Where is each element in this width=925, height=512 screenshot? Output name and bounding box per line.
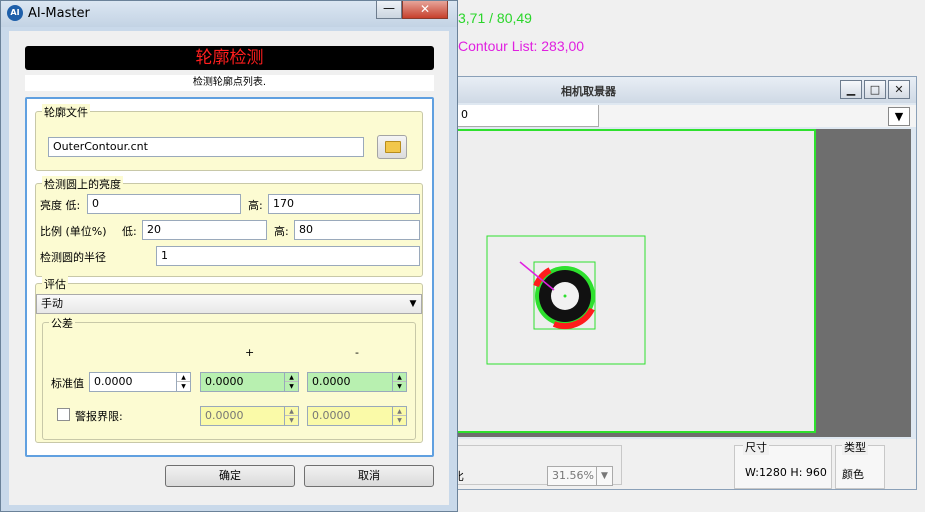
plus-label: + <box>245 346 255 359</box>
type-value: 颜色 <box>842 468 864 481</box>
standard-value-label: 标准值 <box>51 377 84 390</box>
zoom-value: 31.56% <box>552 469 594 482</box>
zoom-select[interactable]: 31.56% ▼ <box>547 466 613 486</box>
minus-tolerance-value: 0.0000 <box>312 375 351 388</box>
camera-window-title: 相机取景器 <box>561 85 616 98</box>
evaluation-group: 评估 手动 ▼ 公差 + - 标准值 0.0000 ▲ ▼ 0.0000 ▲ ▼… <box>35 276 423 443</box>
evaluation-mode-select[interactable]: 手动 ▼ <box>36 294 422 314</box>
warn-minus-stepper[interactable]: 0.0000 ▲ ▼ <box>307 406 407 426</box>
dialog-title: AI-Master <box>28 6 90 21</box>
radius-input[interactable]: 1 <box>156 246 420 266</box>
brightness-high-label: 高: <box>248 199 263 212</box>
minimize-icon[interactable]: — <box>376 1 402 19</box>
stepper-arrows[interactable]: ▲ ▼ <box>392 407 406 425</box>
arrow-up-icon[interactable]: ▲ <box>177 373 190 382</box>
warn-limit-label: 警报界限: <box>75 410 123 423</box>
arrow-up-icon[interactable]: ▲ <box>285 373 298 382</box>
contour-file-group: 轮廓文件 OuterContour.cnt <box>35 104 423 171</box>
ratio-high-label: 高: <box>274 225 289 238</box>
arrow-up-icon[interactable]: ▲ <box>285 407 298 416</box>
ratio-label: 比例 (单位%) <box>40 225 107 238</box>
camera-tabbar: 0 ▼ <box>456 105 916 127</box>
minimize-icon[interactable]: ▁ <box>840 80 862 99</box>
evaluation-mode-value: 手动 <box>41 297 63 310</box>
plus-tolerance-value: 0.0000 <box>205 375 244 388</box>
brightness-title: 检测圆上的亮度 <box>42 176 123 192</box>
brightness-low-input[interactable]: 0 <box>87 194 241 214</box>
tolerance-title: 公差 <box>49 315 75 331</box>
stepper-arrows[interactable]: ▲ ▼ <box>284 373 298 391</box>
warn-plus-stepper[interactable]: 0.0000 ▲ ▼ <box>200 406 299 426</box>
arrow-down-icon[interactable]: ▼ <box>393 416 406 425</box>
minus-label: - <box>355 346 359 359</box>
camera-viewfinder-window: 相机取景器 ▁ □ ✕ 0 ▼ 比 31.56% ▼ 尺寸 W:1280 H: … <box>452 76 917 490</box>
dialog-body: 轮廓检测 检测轮廓点列表. 轮廓文件 OuterContour.cnt 检测圆上… <box>9 31 449 505</box>
arrow-up-icon[interactable]: ▲ <box>393 373 406 382</box>
dialog-titlebar[interactable]: AI AI-Master — ✕ <box>1 1 457 27</box>
maximize-icon[interactable]: □ <box>864 80 886 99</box>
camera-viewport[interactable] <box>456 129 911 437</box>
contour-file-input[interactable]: OuterContour.cnt <box>48 137 364 157</box>
chevron-down-icon[interactable]: ▼ <box>596 467 612 485</box>
radius-label: 检测圆的半径 <box>40 251 106 264</box>
browse-button[interactable] <box>377 135 407 159</box>
camera-status-bar: 比 31.56% ▼ 尺寸 W:1280 H: 960 类型 颜色 <box>452 439 916 489</box>
brightness-high-input[interactable]: 170 <box>268 194 420 214</box>
camera-tab[interactable]: 0 <box>456 105 599 127</box>
camera-titlebar[interactable]: 相机取景器 ▁ □ ✕ <box>456 77 916 103</box>
zoom-group: 比 31.56% ▼ <box>452 445 622 486</box>
ratio-low-label: 低: <box>122 225 137 238</box>
contour-list-readout: Contour List: 283,00 <box>458 38 585 54</box>
arrow-down-icon[interactable]: ▼ <box>177 382 190 391</box>
brightness-low-label: 亮度 低: <box>40 199 81 212</box>
warn-limit-checkbox[interactable] <box>57 408 70 421</box>
ratio-high-input[interactable]: 80 <box>294 220 420 240</box>
camera-overlay <box>486 235 646 365</box>
warn-minus-value: 0.0000 <box>312 409 351 422</box>
stepper-arrows[interactable]: ▲ ▼ <box>392 373 406 391</box>
ratio-low-input[interactable]: 20 <box>142 220 267 240</box>
stepper-arrows[interactable]: ▲ ▼ <box>284 407 298 425</box>
minus-tolerance-stepper[interactable]: 0.0000 ▲ ▼ <box>307 372 407 392</box>
evaluation-title: 评估 <box>42 276 68 292</box>
close-icon[interactable]: ✕ <box>402 1 448 19</box>
settings-panel: 轮廓文件 OuterContour.cnt 检测圆上的亮度 亮度 低: 0 高:… <box>25 97 434 457</box>
arrow-down-icon[interactable]: ▼ <box>285 416 298 425</box>
tolerance-group: 公差 + - 标准值 0.0000 ▲ ▼ 0.0000 ▲ ▼ 0.0000 … <box>42 315 416 440</box>
app-logo-icon: AI <box>7 5 23 21</box>
contour-file-title: 轮廓文件 <box>42 104 90 120</box>
page-subtitle: 检测轮廓点列表. <box>25 75 434 91</box>
coordinate-readout: 3,71 / 80,49 <box>458 10 532 26</box>
standard-value-stepper[interactable]: 0.0000 ▲ ▼ <box>89 372 191 392</box>
cancel-button[interactable]: 取消 <box>304 465 434 487</box>
close-icon[interactable]: ✕ <box>888 80 910 99</box>
type-title: 类型 <box>842 439 868 455</box>
page-title: 轮廓检测 <box>25 46 434 70</box>
contour-detection-dialog: AI AI-Master — ✕ 轮廓检测 检测轮廓点列表. 轮廓文件 Oute… <box>0 0 458 512</box>
folder-icon <box>385 141 401 153</box>
size-group: 尺寸 W:1280 H: 960 <box>734 439 832 489</box>
arrow-down-icon[interactable]: ▼ <box>285 382 298 391</box>
camera-image[interactable] <box>456 129 816 433</box>
size-title: 尺寸 <box>743 439 769 455</box>
stepper-arrows[interactable]: ▲ ▼ <box>176 373 190 391</box>
chevron-down-icon[interactable]: ▼ <box>405 295 421 313</box>
size-value: W:1280 H: 960 <box>745 466 827 479</box>
type-group: 类型 颜色 <box>835 439 885 489</box>
standard-value: 0.0000 <box>94 375 133 388</box>
arrow-up-icon[interactable]: ▲ <box>393 407 406 416</box>
center-point <box>563 294 567 298</box>
warn-plus-value: 0.0000 <box>205 409 244 422</box>
arrow-down-icon[interactable]: ▼ <box>393 382 406 391</box>
brightness-group: 检测圆上的亮度 亮度 低: 0 高: 170 比例 (单位%) 低: 20 高:… <box>35 176 423 277</box>
chevron-down-icon[interactable]: ▼ <box>888 107 910 126</box>
plus-tolerance-stepper[interactable]: 0.0000 ▲ ▼ <box>200 372 299 392</box>
ok-button[interactable]: 确定 <box>165 465 295 487</box>
